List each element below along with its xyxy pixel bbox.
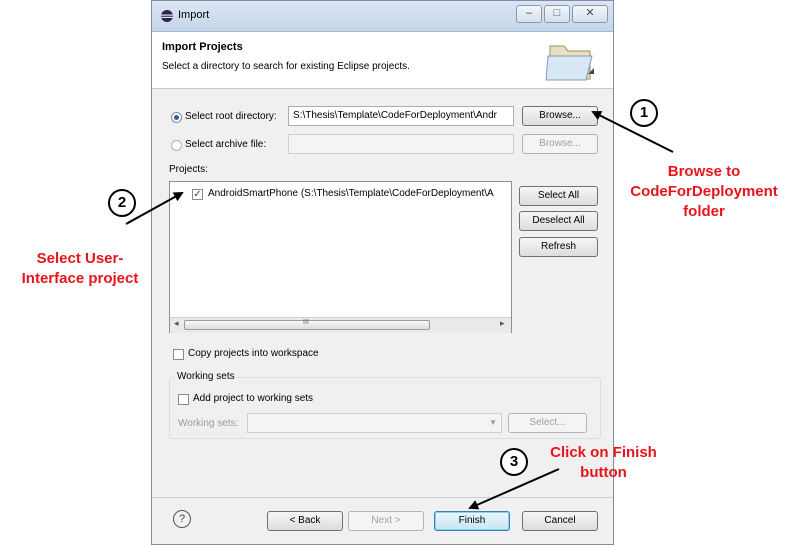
step3-line2: button [580, 464, 627, 481]
step2-caption: Select User- Interface project [0, 249, 160, 289]
step1-line2: CodeForDeployment [630, 183, 778, 200]
step2-line2: Interface project [21, 270, 139, 287]
step2-badge: 2 [108, 189, 136, 217]
step3-caption: Click on Finish button [536, 443, 671, 483]
step1-badge: 1 [630, 99, 658, 127]
step1-caption: Browse to CodeForDeployment folder [611, 162, 797, 222]
step1-line3: folder [683, 203, 725, 220]
step3-line1: Click on Finish [550, 444, 657, 461]
step2-line1: Select User- [36, 250, 124, 267]
step1-line1: Browse to [667, 163, 741, 180]
step3-badge: 3 [500, 448, 528, 476]
